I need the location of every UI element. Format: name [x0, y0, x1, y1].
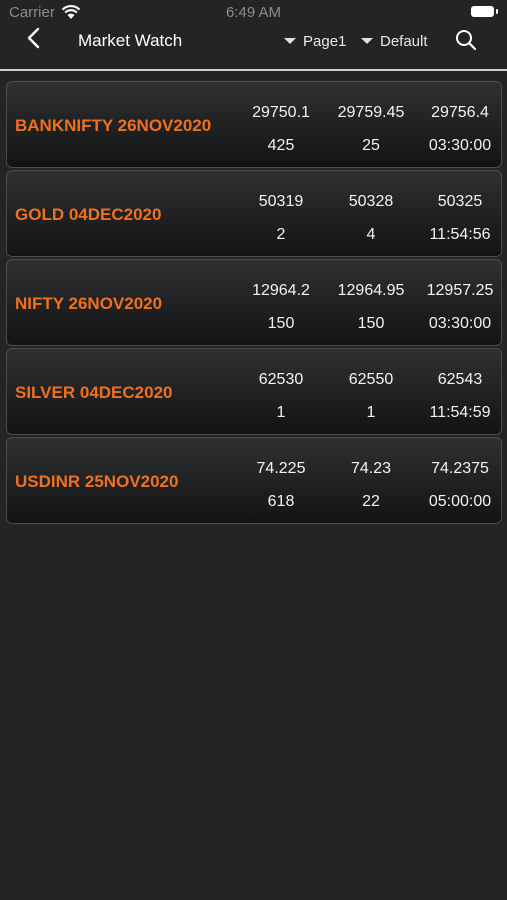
bid-price: 50319: [258, 193, 304, 210]
profile-selector-dropdown[interactable]: Default: [361, 33, 428, 53]
caret-down-icon: [361, 38, 373, 45]
chevron-left-icon[interactable]: [22, 26, 50, 52]
ask-price: 12964.95: [337, 282, 405, 299]
caret-down-icon: [284, 38, 296, 45]
ask-price: 29759.45: [337, 104, 405, 121]
symbol-name: GOLD 04DEC2020: [15, 205, 162, 224]
last-trade-time: 11:54:56: [429, 226, 491, 243]
bid-qty: 1: [276, 404, 286, 421]
last-trade-time: 05:00:00: [428, 493, 492, 510]
bid-qty: 618: [267, 493, 295, 510]
watchlist-row[interactable]: NIFTY 26NOV2020 12964.2 12964.95 12957.2…: [6, 259, 502, 346]
clock: 6:49 AM: [225, 4, 282, 21]
bid-price: 62530: [258, 371, 304, 388]
page-selector-dropdown[interactable]: Page1: [284, 33, 346, 53]
ask-price: 74.23: [350, 460, 392, 477]
watchlist-row[interactable]: BANKNIFTY 26NOV2020 29750.1 29759.45 297…: [6, 81, 502, 168]
watchlist-row[interactable]: GOLD 04DEC2020 50319 50328 50325 2 4 11:…: [6, 170, 502, 257]
profile-selector-value: Default: [380, 33, 428, 50]
ask-qty: 25: [362, 137, 380, 154]
symbol-name: USDINR 25NOV2020: [15, 472, 179, 491]
last-price: 12957.25: [426, 282, 494, 299]
bid-price: 12964.2: [252, 282, 310, 299]
last-price: 50325: [437, 193, 483, 210]
watchlist-row[interactable]: SILVER 04DEC2020 62530 62550 62543 1 1 1…: [6, 348, 502, 435]
header-divider: [0, 69, 507, 71]
symbol-name: NIFTY 26NOV2020: [15, 294, 163, 313]
last-price: 74.2375: [431, 460, 489, 477]
page-title: Market Watch: [78, 31, 183, 50]
ask-price: 50328: [348, 193, 394, 210]
ask-qty: 1: [366, 404, 376, 421]
battery-tip: [496, 9, 498, 14]
bid-qty: 2: [276, 226, 286, 243]
search-icon[interactable]: [454, 28, 478, 52]
last-trade-time: 03:30:00: [428, 137, 492, 154]
ask-price: 62550: [348, 371, 394, 388]
watchlist-row[interactable]: USDINR 25NOV2020 74.225 74.23 74.2375 61…: [6, 437, 502, 524]
ask-qty: 22: [362, 493, 380, 510]
ask-qty: 4: [366, 226, 376, 243]
last-trade-time: 03:30:00: [428, 315, 492, 332]
bid-qty: 150: [267, 315, 295, 332]
status-bar: Carrier 6:49 AM: [0, 0, 507, 26]
last-trade-time: 11:54:59: [429, 404, 491, 421]
page-selector-value: Page1: [303, 33, 347, 50]
symbol-name: BANKNIFTY 26NOV2020: [15, 116, 212, 135]
last-price: 29756.4: [431, 104, 489, 121]
last-price: 62543: [437, 371, 483, 388]
navigation-bar: Market Watch Page1 Default: [0, 26, 507, 70]
battery-icon: [471, 6, 494, 17]
bid-qty: 425: [267, 137, 295, 154]
ask-qty: 150: [357, 315, 385, 332]
bid-price: 29750.1: [252, 104, 310, 121]
symbol-name: SILVER 04DEC2020: [15, 383, 173, 402]
bid-price: 74.225: [256, 460, 306, 477]
watchlist: BANKNIFTY 26NOV2020 29750.1 29759.45 297…: [6, 81, 502, 526]
